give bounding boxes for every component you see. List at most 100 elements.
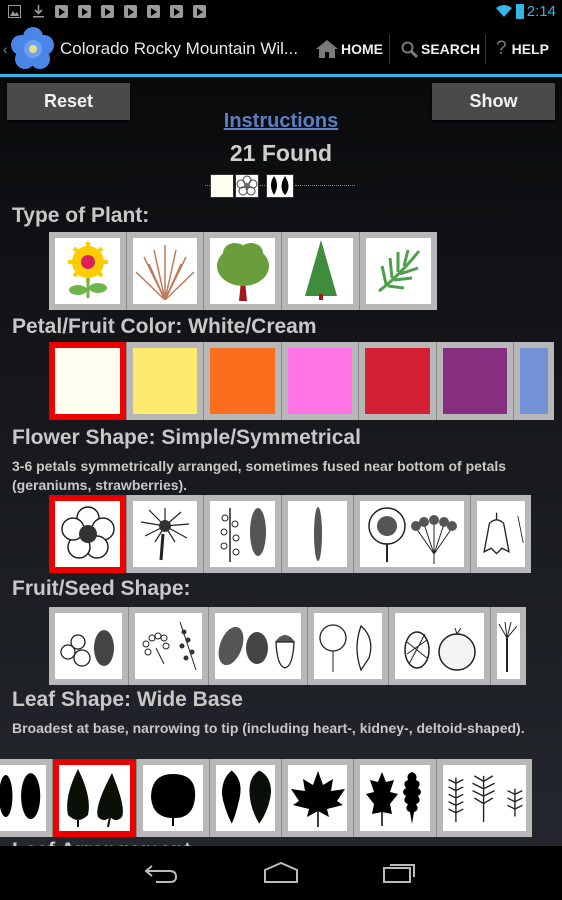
broadleaf-tree-icon [216,243,269,301]
flower-shape-spike[interactable] [204,495,282,573]
leaf-shape-wide-tip[interactable] [210,759,282,837]
battery-charging-icon [516,4,524,19]
download-icon [33,5,44,18]
color-fill [288,348,352,414]
fruit-shape-clusters[interactable] [129,607,209,685]
color-swatch-red[interactable] [359,342,437,420]
petal-color-row [49,342,554,420]
flower-shape-description: 3-6 petals symmetrically arranged, somet… [12,458,507,493]
wifi-icon [496,5,512,17]
plant-type-tree[interactable] [204,232,282,310]
color-swatch-white-cream[interactable] [49,342,127,420]
fruit-shape-cone-round[interactable] [389,607,491,685]
flower-shape-bell[interactable] [471,495,531,573]
fruit-shape-label: Fruit/Seed Shape: [12,577,191,600]
home-nav-button[interactable] [261,860,301,886]
spike-flower-icon [220,508,266,562]
app-logo-icon[interactable] [11,27,55,71]
fruit-shape-cones-nuts[interactable] [209,607,308,685]
palmate-leaf-icon [290,771,345,827]
indicator-flower-icon [235,174,259,198]
plant-type-fern[interactable] [360,232,437,310]
conifer-icon [304,240,337,300]
fruit-shape-plumed[interactable] [491,607,526,685]
home-label: HOME [341,41,383,57]
color-swatch-yellow[interactable] [127,342,204,420]
play-store-icon [193,5,206,18]
play-store-icon [55,5,68,18]
found-count: 21 Found [229,140,333,166]
fruit-shape-capsules-pods[interactable] [308,607,389,685]
color-swatch-pink[interactable] [282,342,359,420]
flower-shape-narrow-spike[interactable] [282,495,354,573]
home-button[interactable]: HOME [316,24,383,74]
flower-shape-head-umbel[interactable] [354,495,471,573]
action-bar: ‹ Colorado Rocky Mountain Wil... HOME SE… [0,24,562,74]
composite-flower-icon [140,508,190,561]
narrow-spike-icon [313,507,322,561]
fruit-shape-berries[interactable] [49,607,129,685]
plant-type-label: Type of Plant: [12,204,150,227]
leaf-shape-round[interactable] [137,759,210,837]
berries-icon [59,630,114,667]
selection-indicator [205,174,355,199]
fern-icon [377,249,420,293]
bell-flower-icon [483,512,524,555]
search-icon [401,41,418,58]
color-swatch-blue[interactable] [514,342,554,420]
round-leaf-icon [151,774,196,826]
up-caret-icon[interactable]: ‹ [3,41,8,57]
system-nav-bar [0,846,562,900]
simple-flower-icon [60,506,115,559]
shrub-icon [135,245,195,300]
flower-shape-composite[interactable] [127,495,204,573]
next-section-label-partial: Leaf Arrangement [12,839,191,846]
plant-type-shrub[interactable] [127,232,204,310]
recent-apps-button[interactable] [380,860,420,886]
indicator-white-cream-swatch [210,174,234,198]
play-store-icon [170,5,183,18]
capsules-pods-icon [319,624,372,672]
key-content[interactable]: Reset Show Instructions 21 Found Type of… [0,77,562,846]
leaf-shape-palmate-lobed[interactable] [282,759,354,837]
fruit-shape-row [49,607,526,685]
leaf-shape-description: Broadest at base, narrowing to tip (incl… [12,720,525,736]
plumed-seed-icon [498,621,517,672]
clusters-icon [142,621,196,671]
color-fill [443,348,507,414]
search-button[interactable]: SEARCH [401,24,480,74]
flower-shape-simple-symmetrical[interactable] [49,495,127,573]
petal-color-label: Petal/Fruit Color: White/Cream [12,315,317,338]
color-fill [520,348,548,414]
plant-type-conifer[interactable] [282,232,360,310]
leaf-shape-narrow-oval[interactable] [0,759,53,837]
flower-shape-row [49,495,531,573]
cone-round-icon [403,627,476,671]
home-icon [316,40,338,58]
back-button[interactable] [142,860,182,886]
color-fill [55,348,120,414]
clock: 2:14 [526,3,556,20]
color-swatch-orange[interactable] [204,342,282,420]
plant-type-row [49,232,437,310]
instructions-link[interactable]: Instructions [0,110,562,133]
leaf-shape-compound[interactable] [437,759,532,837]
leaf-shape-pinnate-lobed[interactable] [354,759,437,837]
divider [485,34,486,64]
wide-base-leaf-icon [66,769,123,828]
flower-shape-label: Flower Shape: Simple/Symmetrical [12,426,361,449]
app-title: Colorado Rocky Mountain Wil... [60,39,299,58]
play-store-icon [147,5,160,18]
cones-nuts-icon [218,626,295,669]
plant-type-wildflower[interactable] [49,232,127,310]
play-store-icon [124,5,137,18]
help-button[interactable]: ? HELP [496,24,549,74]
leaf-shape-wide-base[interactable] [53,759,137,837]
compound-leaf-icon [448,775,523,822]
color-swatch-purple[interactable] [437,342,514,420]
leaf-shape-label: Leaf Shape: Wide Base [12,688,243,711]
indicator-leaf-icon [266,174,294,198]
indicator-dots [295,185,355,187]
head-umbel-icon [368,507,457,564]
status-bar: 2:14 [0,0,562,24]
